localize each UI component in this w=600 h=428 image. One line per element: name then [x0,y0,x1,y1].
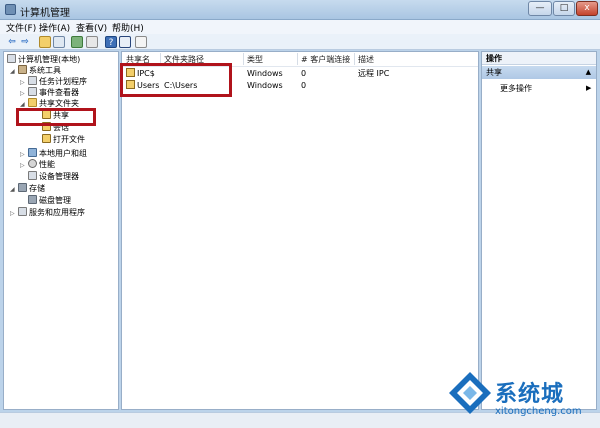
minimize-button[interactable]: — [528,1,552,16]
forward-arrow-icon[interactable]: ⇨ [19,36,31,48]
shared-folder-icon [28,98,37,107]
tree-node-label: 共享文件夹 [39,99,79,108]
column-header-description[interactable]: 描述 [358,54,374,65]
column-divider[interactable] [243,53,244,65]
highlight-box-share-rows [120,63,232,97]
table-row-clients: 0 [301,69,307,78]
table-row-description: 远程 IPC [358,69,390,78]
menu-view[interactable]: 查看(V) [76,21,107,34]
tree-node-label: 服务和应用程序 [29,208,85,217]
actions-header: 操作 [482,52,596,65]
device-manager-icon [28,171,37,180]
up-folder-icon[interactable] [39,36,51,48]
menu-file[interactable]: 文件(F) [6,21,36,34]
title-bar: 计算机管理 — □ x [0,0,600,20]
tools-icon [18,65,27,74]
actions-section-shares[interactable]: 共享 ▲ [482,66,596,79]
tree-node-label: 存储 [29,184,45,193]
submenu-arrow-icon[interactable]: ▶ [586,83,591,94]
tree-node-services-applications[interactable]: ▷ 服务和应用程序 [10,207,85,219]
tree-node-device-manager[interactable]: 设备管理器 [28,171,79,183]
column-header-type[interactable]: 类型 [247,54,263,65]
navigation-tree: 计算机管理(本地) ◢ 系统工具 ▷ 任务计划程序 ▷ 事件查看器 ◢ 共享文件夹 共享… [3,51,119,410]
menu-help[interactable]: 帮助(H) [112,21,144,34]
shares-list: 共享名 文件夹路径 类型 # 客户端连接 描述 IPC$ Windows 0 远… [121,51,479,410]
table-row-type: Windows [247,81,283,90]
watermark-brand: 系统城 [495,382,565,407]
maximize-button[interactable]: □ [553,1,575,16]
tree-node-label: 设备管理器 [39,172,79,181]
tree-node-label: 计算机管理(本地) [18,55,81,64]
performance-icon [28,159,37,168]
watermark-site: xitongcheng.com [495,406,582,417]
column-divider[interactable] [297,53,298,65]
tree-node-open-files[interactable]: 打开文件 [42,134,85,146]
highlight-box-shares-node [16,108,96,126]
tree-node-label: 任务计划程序 [39,77,87,86]
computer-management-icon [5,4,16,15]
tree-node-label: 性能 [39,160,55,169]
tree-node-storage[interactable]: ◢ 存储 [10,183,45,195]
tree-node-label: 磁盘管理 [39,196,71,205]
properties-icon[interactable] [135,36,147,48]
actions-section-label: 共享 [486,68,502,77]
more-actions-item[interactable]: 更多操作 [500,83,532,94]
services-icon [18,207,27,216]
back-arrow-icon[interactable]: ⇦ [6,36,18,48]
expand-arrow-icon[interactable]: ▷ [10,208,18,220]
toolbar: ⇦ ⇨ ? [0,34,600,50]
menu-bar: 文件(F) 操作(A) 查看(V) 帮助(H) [0,20,600,34]
help-icon[interactable]: ? [105,36,117,48]
tree-node-disk-management[interactable]: 磁盘管理 [28,195,71,207]
collapse-arrow-icon[interactable]: ◢ [10,66,18,78]
tree-node-label: 事件查看器 [39,88,79,97]
close-button[interactable]: x [576,1,598,16]
tree-node-label: 打开文件 [53,135,85,144]
users-icon [28,148,37,157]
collapse-up-icon[interactable]: ▲ [586,66,591,79]
show-tree-icon[interactable] [53,36,65,48]
export-list-icon[interactable] [86,36,98,48]
expand-arrow-icon[interactable]: ▷ [20,160,28,172]
window-title: 计算机管理 [20,8,70,19]
computer-icon [7,54,16,63]
column-header-client-connections[interactable]: # 客户端连接 [301,54,350,65]
site-watermark: 系统城 xitongcheng.com [447,370,597,426]
actions-pane: 操作 共享 ▲ 更多操作 ▶ [481,51,597,410]
storage-icon [18,183,27,192]
disk-icon [28,195,37,204]
tree-node-label: 本地用户和组 [39,149,87,158]
task-scheduler-icon [28,76,37,85]
column-divider[interactable] [354,53,355,65]
collapse-arrow-icon[interactable]: ◢ [10,184,18,196]
refresh-icon[interactable] [71,36,83,48]
tree-node-performance[interactable]: ▷ 性能 [20,159,55,171]
tree-node-label: 系统工具 [29,66,61,75]
brand-logo-icon [449,372,491,414]
table-row-type: Windows [247,69,283,78]
open-files-icon [42,134,51,143]
table-row-clients: 0 [301,81,307,90]
menu-action[interactable]: 操作(A) [39,21,70,34]
action-pane-icon[interactable] [119,36,131,48]
event-viewer-icon [28,87,37,96]
